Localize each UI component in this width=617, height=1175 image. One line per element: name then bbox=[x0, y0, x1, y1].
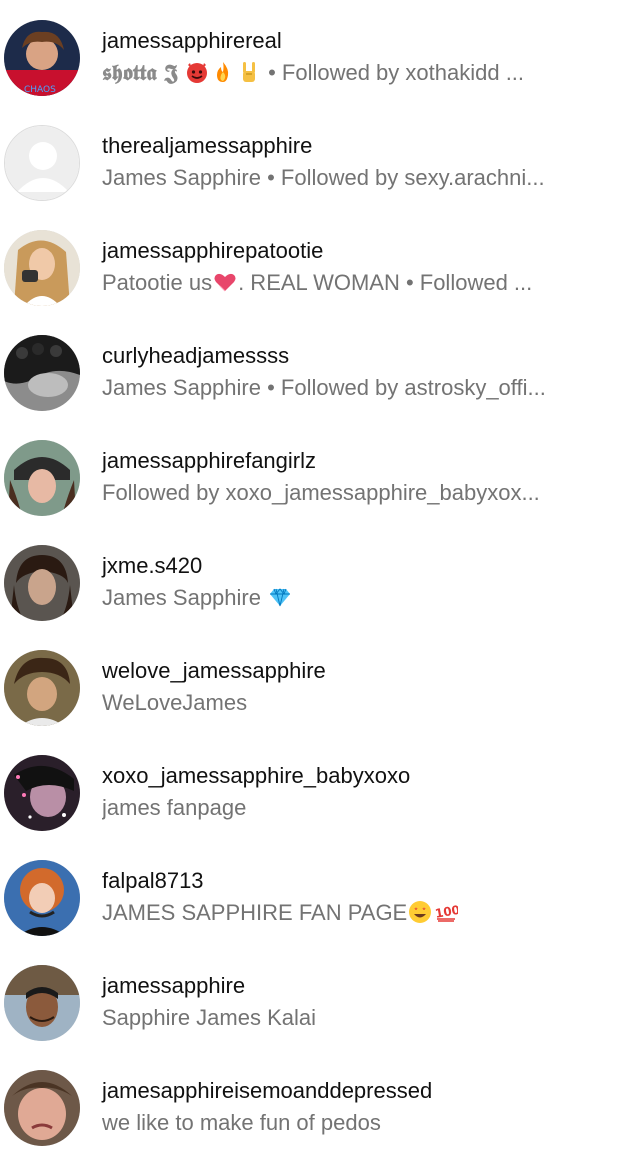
account-row[interactable]: falpal8713 JAMES SAPPHIRE FAN PAGE 100 bbox=[0, 860, 617, 965]
account-row[interactable]: jxme.s420 James Sapphire bbox=[0, 545, 617, 650]
username[interactable]: therealjamessapphire bbox=[102, 133, 312, 159]
avatar[interactable]: CHAOS bbox=[4, 20, 80, 96]
star-eyes-emoji-icon bbox=[408, 900, 432, 924]
account-row[interactable]: jamessapphire Sapphire James Kalai bbox=[0, 965, 617, 1070]
account-subtitle: James Sapphire • Followed by sexy.arachn… bbox=[102, 165, 545, 190]
devil-emoji-icon bbox=[185, 60, 209, 84]
subtitle-rest: . REAL WOMAN • Followed ... bbox=[238, 270, 533, 295]
account-row[interactable]: jamesapphireisemoanddepressed we like to… bbox=[0, 1070, 617, 1175]
username[interactable]: jamessapphirepatootie bbox=[102, 238, 323, 264]
username[interactable]: jamessapphirefangirlz bbox=[102, 448, 316, 474]
username[interactable]: jamesapphireisemoanddepressed bbox=[102, 1078, 432, 1104]
account-row[interactable]: therealjamessapphire James Sapphire • Fo… bbox=[0, 125, 617, 230]
username[interactable]: welove_jamessapphire bbox=[102, 658, 326, 684]
account-row[interactable]: curlyheadjamessss James Sapphire • Follo… bbox=[0, 335, 617, 440]
rock-hand-emoji-icon bbox=[237, 60, 261, 84]
username[interactable]: curlyheadjamessss bbox=[102, 343, 289, 369]
account-subtitle: JAMES SAPPHIRE FAN PAGE 100 bbox=[102, 900, 587, 926]
svg-text:100: 100 bbox=[434, 903, 458, 921]
display-name: 𝖘𝖍𝖔𝖙𝖙𝖆 𝕵 bbox=[102, 60, 178, 86]
account-row[interactable]: jamessapphirepatootie Patootie us . REAL… bbox=[0, 230, 617, 335]
avatar[interactable] bbox=[4, 965, 80, 1041]
hundred-emoji-icon: 100 bbox=[434, 900, 458, 924]
avatar[interactable] bbox=[4, 755, 80, 831]
account-subtitle: James Sapphire • Followed by astrosky_of… bbox=[102, 375, 546, 400]
account-row[interactable]: welove_jamessapphire WeLoveJames bbox=[0, 650, 617, 755]
account-subtitle: James Sapphire bbox=[102, 585, 587, 611]
username[interactable]: jamessapphire bbox=[102, 973, 245, 999]
default-avatar-icon[interactable] bbox=[4, 125, 80, 201]
account-subtitle: Followed by xoxo_jamessapphire_babyxox..… bbox=[102, 480, 540, 505]
account-subtitle: WeLoveJames bbox=[102, 690, 248, 715]
username[interactable]: jamessapphirereal bbox=[102, 28, 282, 54]
account-row[interactable]: CHAOS jamessapphirereal 𝖘𝖍𝖔𝖙𝖙𝖆 𝕵 • Follo… bbox=[0, 20, 617, 125]
account-subtitle: Sapphire James Kalai bbox=[102, 1005, 317, 1030]
avatar[interactable] bbox=[4, 650, 80, 726]
gem-emoji-icon bbox=[268, 585, 292, 609]
account-subtitle: james fanpage bbox=[102, 795, 247, 820]
avatar[interactable] bbox=[4, 1070, 80, 1146]
account-row[interactable]: jamessapphirefangirlz Followed by xoxo_j… bbox=[0, 440, 617, 545]
username[interactable]: falpal8713 bbox=[102, 868, 204, 894]
avatar[interactable] bbox=[4, 860, 80, 936]
account-search-results: CHAOS jamessapphirereal 𝖘𝖍𝖔𝖙𝖙𝖆 𝕵 • Follo… bbox=[0, 0, 617, 1160]
account-row[interactable]: xoxo_jamessapphire_babyxoxo james fanpag… bbox=[0, 755, 617, 860]
heart-emoji-icon bbox=[213, 270, 237, 294]
avatar[interactable] bbox=[4, 545, 80, 621]
avatar[interactable] bbox=[4, 335, 80, 411]
svg-text:CHAOS: CHAOS bbox=[24, 85, 56, 95]
avatar[interactable] bbox=[4, 440, 80, 516]
username[interactable]: jxme.s420 bbox=[102, 553, 202, 579]
fire-emoji-icon bbox=[211, 60, 235, 84]
subtitle-text: JAMES SAPPHIRE FAN PAGE bbox=[102, 900, 408, 925]
subtitle-rest: • Followed by xothakidd ... bbox=[261, 60, 525, 85]
account-subtitle: 𝖘𝖍𝖔𝖙𝖙𝖆 𝕵 • Followed by xothakidd ... bbox=[102, 60, 587, 86]
subtitle-text: Patootie us bbox=[102, 270, 213, 295]
account-subtitle: we like to make fun of pedos bbox=[102, 1110, 381, 1135]
account-subtitle: Patootie us . REAL WOMAN • Followed ... bbox=[102, 270, 587, 296]
username[interactable]: xoxo_jamessapphire_babyxoxo bbox=[102, 763, 410, 789]
avatar[interactable] bbox=[4, 230, 80, 306]
subtitle-text: James Sapphire bbox=[102, 585, 268, 610]
